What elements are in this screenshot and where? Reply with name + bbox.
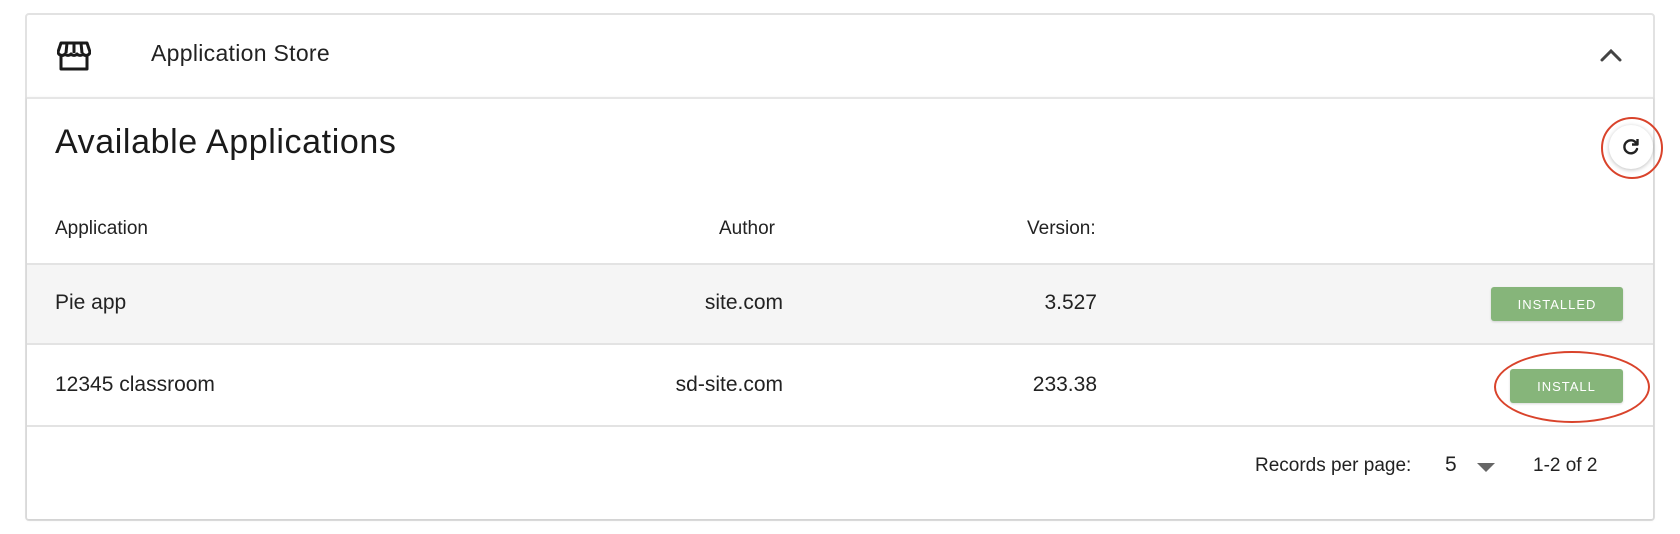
card-title: Available Applications: [55, 123, 397, 161]
column-header-author: Author: [719, 218, 775, 239]
pagination-footer: Records per page: 5 1-2 of 2: [27, 425, 1653, 521]
application-author: sd-site.com: [675, 373, 783, 396]
application-author: site.com: [704, 291, 783, 314]
refresh-button[interactable]: [1609, 125, 1653, 169]
table-row: 12345 classroom sd-site.com 233.38 INSTA…: [27, 347, 1653, 427]
dropdown-arrow-icon[interactable]: [1477, 463, 1495, 472]
store-title: Application Store: [151, 40, 330, 66]
page-range: 1-2 of 2: [1533, 455, 1598, 476]
application-name: 12345 classroom: [55, 373, 215, 396]
records-per-page-select[interactable]: 5: [1445, 453, 1457, 477]
application-version: 3.527: [1044, 291, 1097, 314]
chevron-up-icon[interactable]: [1599, 45, 1623, 65]
records-per-page-label: Records per page:: [1255, 455, 1412, 476]
application-name: Pie app: [55, 291, 127, 314]
column-header-version: Version:: [1027, 218, 1096, 239]
refresh-icon: [1623, 139, 1639, 155]
table-header: Application Author Version:: [27, 199, 1653, 265]
application-version: 233.38: [1032, 373, 1097, 396]
available-applications-card: Available Applications Application Autho…: [27, 97, 1663, 521]
store-header[interactable]: Application Store: [27, 15, 1653, 97]
install-button[interactable]: INSTALL: [1510, 369, 1623, 403]
installed-button[interactable]: INSTALLED: [1491, 287, 1623, 321]
store-icon: [57, 41, 91, 71]
application-store-panel: Application Store Available Applications…: [25, 13, 1663, 521]
column-header-application: Application: [55, 218, 148, 239]
table-row: Pie app site.com 3.527 INSTALLED: [27, 265, 1653, 345]
